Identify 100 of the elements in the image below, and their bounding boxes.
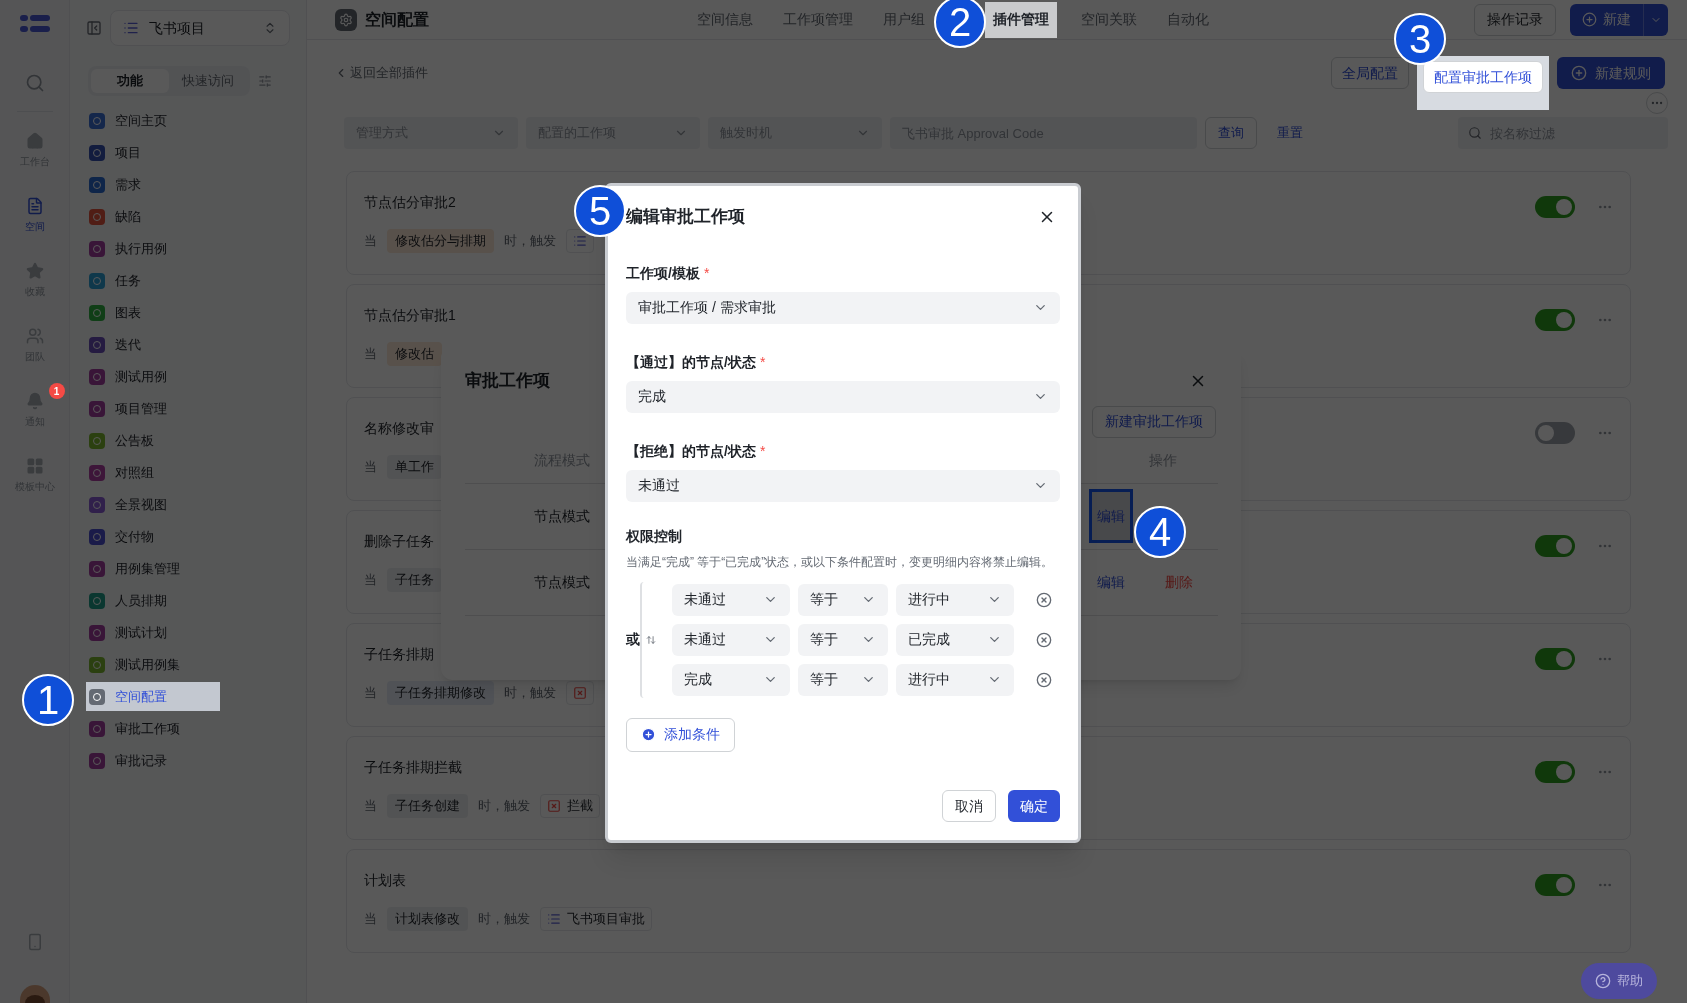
avatar[interactable] xyxy=(19,985,50,1003)
select-field[interactable]: 未通过 xyxy=(626,469,1060,502)
condition-field-select[interactable]: 未通过 xyxy=(672,623,790,656)
sidebar-item[interactable]: 需求 xyxy=(86,170,220,199)
event-chip: 单工作 xyxy=(387,455,442,479)
history-button[interactable]: 操作记录 xyxy=(1474,3,1556,36)
field-label: 【通过】的节点/状态 xyxy=(626,352,756,372)
project-selector[interactable]: 飞书项目 xyxy=(110,10,290,46)
rule-title: 子任务排期 xyxy=(364,645,435,664)
count-badge: 1 xyxy=(48,383,65,399)
query-button[interactable]: 查询 xyxy=(1205,117,1257,149)
header-tab[interactable]: 插件管理 xyxy=(985,1,1057,38)
toggle-switch[interactable] xyxy=(1535,648,1575,670)
delete-link[interactable]: 删除 xyxy=(1157,571,1201,593)
sidebar-item[interactable]: 交付物 xyxy=(86,522,220,551)
cancel-button[interactable]: 取消 xyxy=(942,790,996,822)
condition-value-select[interactable]: 进行中 xyxy=(896,583,1014,616)
new-rule-button[interactable]: 新建规则 xyxy=(1557,57,1665,89)
required-mark: * xyxy=(703,263,710,283)
block-icon xyxy=(573,686,587,700)
confirm-button[interactable]: 确定 xyxy=(1008,790,1060,822)
config-button[interactable]: 全局配置 xyxy=(1331,57,1409,89)
app-icon xyxy=(89,336,105,353)
sidebar-item[interactable]: 图表 xyxy=(86,298,220,327)
sidebar-item[interactable]: 任务 xyxy=(86,266,220,295)
sidebar-tab[interactable]: 功能 xyxy=(91,69,169,93)
switch-icon[interactable] xyxy=(646,634,656,645)
app-icon xyxy=(89,560,105,577)
condition-value-select[interactable]: 已完成 xyxy=(896,623,1014,656)
sidebar-item[interactable]: 用例集管理 xyxy=(86,554,220,583)
sidebar-item[interactable]: 全景视图 xyxy=(86,490,220,519)
condition-value-select[interactable]: 进行中 xyxy=(896,663,1014,696)
sidebar-item[interactable]: 人员排期 xyxy=(86,586,220,615)
sidebar-item[interactable]: 测试用例 xyxy=(86,362,220,391)
remove-icon[interactable] xyxy=(1036,631,1052,648)
add-condition-button[interactable]: 添加条件 xyxy=(626,717,735,752)
sidebar-item[interactable]: 空间配置 xyxy=(86,682,220,711)
sidebar-item[interactable]: 对照组 xyxy=(86,458,220,487)
sidebar-item[interactable]: 审批工作项 xyxy=(86,714,220,743)
rule-title: 节点估分审批2 xyxy=(364,193,457,212)
app-icon xyxy=(89,720,105,737)
reset-link[interactable]: 重置 xyxy=(1265,117,1315,149)
filter-icon[interactable] xyxy=(258,74,272,88)
condition-field-select[interactable]: 未通过 xyxy=(672,583,790,616)
sidebar-item[interactable]: 审批记录 xyxy=(86,746,220,775)
condition-field-select[interactable]: 完成 xyxy=(672,663,790,696)
app-icon xyxy=(89,368,105,385)
table-cell-text: 节点模式 xyxy=(533,506,590,526)
sidebar-item[interactable]: 公告板 xyxy=(86,426,220,455)
toggle-switch[interactable] xyxy=(1535,874,1575,896)
table-cell-text: 节点模式 xyxy=(533,572,590,592)
sidebar-item[interactable]: 项目管理 xyxy=(86,394,220,423)
dialog-title: 审批工作项 xyxy=(465,370,550,392)
rule-title: 名称修改审 xyxy=(364,419,435,438)
event-chip: 计划表修改 xyxy=(387,907,468,931)
search-icon xyxy=(1468,126,1482,140)
operator-select[interactable]: 等于 xyxy=(798,663,888,696)
rule-title: 子任务排期拦截 xyxy=(364,758,463,777)
grid-icon xyxy=(25,457,44,475)
toggle-switch[interactable] xyxy=(1535,761,1575,783)
remove-icon[interactable] xyxy=(1036,591,1052,608)
sidebar-item[interactable]: 测试用例集 xyxy=(86,650,220,679)
document-icon xyxy=(25,197,44,215)
toggle-switch[interactable] xyxy=(1535,422,1575,444)
sidebar-item[interactable]: 测试计划 xyxy=(86,618,220,647)
app-icon xyxy=(89,208,105,225)
app-icon xyxy=(89,432,105,449)
toggle-switch[interactable] xyxy=(1535,535,1575,557)
toggle-switch[interactable] xyxy=(1535,309,1575,331)
search-icon[interactable] xyxy=(24,73,45,93)
plus-icon xyxy=(1582,12,1597,27)
sidebar-item[interactable]: 空间主页 xyxy=(86,106,220,135)
new-button[interactable]: 新建 xyxy=(1570,3,1668,36)
app-icon xyxy=(89,528,105,545)
app-icon xyxy=(89,272,105,289)
sidebar-item[interactable]: 迭代 xyxy=(86,330,220,359)
remove-icon[interactable] xyxy=(1036,671,1052,688)
plus-icon xyxy=(641,727,656,742)
app-icon xyxy=(89,112,105,129)
settings-icon xyxy=(335,8,357,31)
collapse-icon[interactable] xyxy=(86,20,102,36)
new-approval-button[interactable]: 新建审批工作项 xyxy=(1092,405,1216,438)
toggle-switch[interactable] xyxy=(1535,196,1575,218)
sidebar-item[interactable]: 项目 xyxy=(86,138,220,167)
help-button[interactable]: 帮助 xyxy=(1581,963,1657,999)
config-button[interactable]: 配置审批工作项 xyxy=(1423,61,1543,93)
app-icon xyxy=(89,624,105,641)
sidebar-item[interactable]: 缺陷 xyxy=(86,202,220,231)
operator-select[interactable]: 等于 xyxy=(798,623,888,656)
select-field[interactable]: 完成 xyxy=(626,380,1060,413)
permission-description: 当满足“完成” 等于“已完成”状态，或以下条件配置时，变更明细内容将禁止编辑。 xyxy=(626,553,1055,571)
select-field[interactable]: 审批工作项 / 需求审批 xyxy=(626,291,1060,324)
logic-label: 或 xyxy=(626,630,640,649)
sidebar-item[interactable]: 执行用例 xyxy=(86,234,220,263)
operator-select[interactable]: 等于 xyxy=(798,583,888,616)
app-icon xyxy=(89,304,105,321)
app-icon xyxy=(89,400,105,417)
logo-icon[interactable] xyxy=(19,13,50,35)
edit-link[interactable]: 编辑 xyxy=(1089,571,1133,593)
app-icon xyxy=(89,752,105,769)
